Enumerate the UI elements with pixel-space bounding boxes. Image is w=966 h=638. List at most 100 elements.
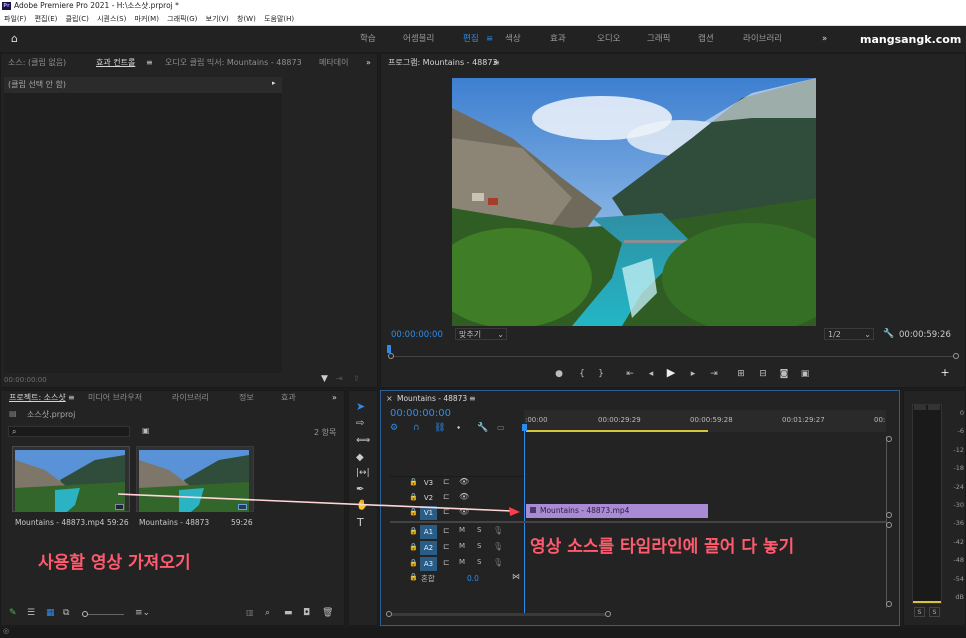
solo-button[interactable]: S	[477, 542, 481, 550]
snap-icon[interactable]: ∩	[413, 423, 420, 433]
scroll-handle[interactable]	[886, 601, 892, 607]
comparison-view-icon[interactable]: ▣	[798, 368, 812, 380]
track-v2[interactable]: V2	[420, 491, 437, 505]
zoom-handle-left[interactable]	[388, 353, 394, 359]
work-area-bar[interactable]	[526, 430, 708, 432]
more-tabs-icon[interactable]: »	[366, 54, 371, 72]
menu-view[interactable]: 보기(V)	[206, 15, 229, 23]
lock-icon[interactable]: 🔒	[409, 543, 418, 551]
lift-icon[interactable]: ⊞	[734, 368, 748, 380]
sync-lock-icon[interactable]: ⊏	[443, 558, 450, 567]
workspace-learn[interactable]: 학습	[360, 26, 376, 52]
zoom-slider[interactable]	[84, 614, 124, 615]
expand-arrow-icon[interactable]: ▸	[272, 79, 276, 87]
eye-icon[interactable]: 👁	[459, 477, 469, 486]
mark-out-icon[interactable]: }	[594, 368, 608, 380]
scroll-handle[interactable]	[886, 512, 892, 518]
close-icon[interactable]: ×	[386, 394, 393, 403]
razor-tool-icon[interactable]: ◆	[356, 452, 364, 463]
share-icon[interactable]: ⇪	[353, 374, 360, 383]
nest-icon[interactable]: ⚙	[390, 423, 398, 433]
mix-pan-icon[interactable]: ⋈	[512, 572, 520, 581]
lock-icon[interactable]: 🔒	[409, 527, 418, 535]
sync-lock-icon[interactable]: ⊏	[443, 492, 450, 501]
tab-info[interactable]: 정보	[239, 389, 254, 407]
tab-project[interactable]: 프로젝트: 소스샷	[9, 389, 66, 407]
tab-program[interactable]: 프로그램: Mountains - 48873	[388, 54, 498, 72]
step-forward-icon[interactable]: ▸	[686, 368, 700, 380]
timeline-menu-icon[interactable]: ≡	[469, 394, 476, 403]
hand-tool-icon[interactable]: ✋	[356, 500, 368, 511]
workspace-edit[interactable]: 편집	[463, 26, 479, 52]
export-icon[interactable]: ⇥	[336, 374, 343, 383]
timeline-playhead[interactable]	[524, 424, 525, 614]
lock-icon[interactable]: 🔒	[409, 559, 418, 567]
tab-metadata[interactable]: 메타데이	[319, 54, 348, 72]
playhead-handle[interactable]	[522, 424, 527, 431]
track-select-tool-icon[interactable]: ⇨	[356, 418, 364, 429]
filter-icon[interactable]: ▼	[321, 374, 328, 384]
find-icon[interactable]: ⌕	[265, 608, 270, 618]
settings-wrench-icon[interactable]: 🔧	[477, 423, 488, 433]
new-item-icon[interactable]: ◘	[303, 608, 310, 618]
solo-button[interactable]: S	[477, 526, 481, 534]
tab-effect-controls[interactable]: 효과 컨트롤	[96, 54, 135, 72]
tab-source[interactable]: 소스: (클립 없음)	[8, 54, 66, 72]
timeline-timecode[interactable]: 00:00:00:00	[390, 408, 451, 419]
track-a1[interactable]: A1	[420, 525, 437, 539]
go-to-out-icon[interactable]: ⇥	[707, 368, 721, 380]
lock-icon[interactable]: 🔒	[409, 508, 418, 516]
program-scrubber[interactable]	[388, 347, 958, 357]
pencil-icon[interactable]: ✎	[9, 608, 17, 618]
project-menu-icon[interactable]: ≡	[68, 389, 75, 407]
slip-tool-icon[interactable]: |↔|	[356, 468, 370, 478]
ripple-edit-tool-icon[interactable]: ⟺	[356, 435, 370, 446]
export-frame-icon[interactable]: ◙	[777, 368, 791, 380]
timeline-clip[interactable]: Mountains - 48873.mp4	[526, 504, 708, 518]
linked-selection-icon[interactable]: ⛓	[434, 423, 445, 433]
track-a2[interactable]: A2	[420, 541, 437, 555]
lock-icon[interactable]: 🔒	[409, 478, 418, 486]
automate-icon[interactable]: ▥	[246, 608, 254, 617]
trash-icon[interactable]: 🗑	[322, 608, 333, 618]
menu-help[interactable]: 도움말(H)	[264, 15, 294, 23]
fit-select[interactable]: 맞추기 ⌄	[455, 328, 507, 340]
add-button-icon[interactable]: +	[938, 367, 952, 379]
mute-button[interactable]: M	[459, 526, 465, 534]
track-v1[interactable]: V1	[420, 506, 437, 520]
new-bin-icon[interactable]: ▣	[142, 426, 150, 435]
selection-tool-icon[interactable]: ➤	[356, 400, 365, 413]
add-marker-icon[interactable]: ●	[552, 368, 566, 380]
menu-graphics[interactable]: 그래픽(G)	[167, 15, 197, 23]
track-a3[interactable]: A3	[420, 557, 437, 571]
marker-icon[interactable]: ⬩	[457, 423, 460, 433]
sync-lock-icon[interactable]: ⊏	[443, 507, 450, 516]
home-icon[interactable]: ⌂	[11, 33, 23, 45]
horizontal-scrollbar[interactable]	[388, 613, 610, 616]
new-bin-icon[interactable]: ▬	[284, 608, 293, 618]
tab-effects[interactable]: 효과	[281, 389, 296, 407]
tab-audio-clip-mixer[interactable]: 오디오 클립 믹서: Mountains - 48873	[165, 54, 302, 72]
sync-lock-icon[interactable]: ⊏	[443, 477, 450, 486]
mute-button[interactable]: M	[459, 558, 465, 566]
workspace-menu-icon[interactable]: ≡	[486, 26, 493, 52]
workspace-captions[interactable]: 캡션	[698, 26, 714, 52]
step-back-icon[interactable]: ◂	[644, 368, 658, 380]
panel-menu-icon[interactable]: ≡	[146, 54, 153, 72]
go-to-in-icon[interactable]: ⇤	[623, 368, 637, 380]
more-tabs-icon[interactable]: »	[332, 389, 337, 407]
wrench-icon[interactable]: 🔧	[883, 329, 894, 339]
extract-icon[interactable]: ⊟	[756, 368, 770, 380]
play-icon[interactable]: ▶	[664, 367, 678, 379]
project-search-input[interactable]: ⌕	[8, 426, 130, 437]
sort-icon[interactable]: ≡⌄	[135, 608, 150, 618]
captions-icon[interactable]: ▭	[497, 423, 505, 432]
workspace-assembly[interactable]: 어셈블리	[403, 26, 434, 52]
solo-left-button[interactable]: S	[914, 607, 925, 617]
scroll-handle[interactable]	[886, 522, 892, 528]
mic-icon[interactable]: 🎙	[493, 526, 503, 535]
sync-lock-icon[interactable]: ⊏	[443, 542, 450, 551]
timeline-tab[interactable]: Mountains - 48873	[397, 394, 467, 403]
mark-in-icon[interactable]: {	[575, 368, 589, 380]
workspace-audio[interactable]: 오디오	[597, 26, 620, 52]
